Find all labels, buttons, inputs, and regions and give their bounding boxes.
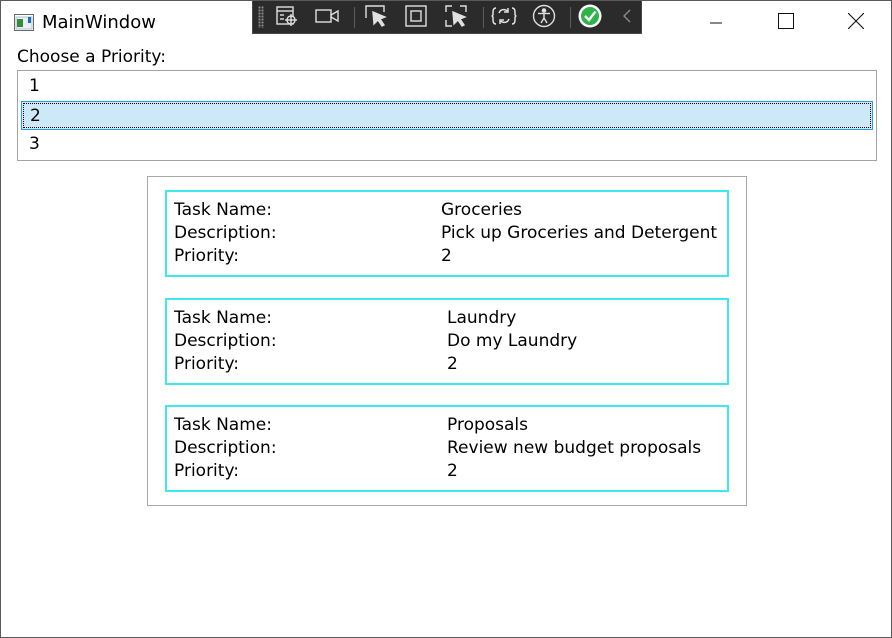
- task-card-proposals[interactable]: Task Name: Description: Priority: Propos…: [165, 405, 729, 492]
- task-name-label: Task Name:: [174, 200, 272, 220]
- priority-option-3[interactable]: 3: [21, 130, 873, 159]
- priority-option-1[interactable]: 1: [21, 72, 873, 101]
- toolbar-separator: [354, 7, 355, 28]
- task-description-label: Description:: [174, 331, 277, 351]
- toolbar-grip-handle[interactable]: [258, 6, 264, 28]
- list-item-label: 1: [29, 76, 40, 96]
- display-layout-adorners-icon: [404, 4, 428, 32]
- toolbar-separator: [570, 7, 571, 28]
- close-icon: [847, 12, 865, 33]
- live-visual-tree-button[interactable]: [273, 4, 301, 31]
- task-description-label: Description:: [174, 223, 277, 243]
- task-description-value: Do my Laundry: [447, 331, 578, 351]
- task-name-value: Proposals: [447, 415, 529, 435]
- track-focused-element-icon: [444, 4, 468, 32]
- hot-reload-icon: [491, 4, 517, 32]
- list-item-label: 3: [29, 134, 40, 154]
- record-video-icon: [314, 6, 340, 30]
- accessibility-checker-button[interactable]: [530, 4, 558, 31]
- maximize-icon: [778, 13, 794, 33]
- priority-option-2[interactable]: 2: [21, 101, 873, 130]
- accessibility-icon: [532, 4, 556, 32]
- select-element-icon: [364, 4, 388, 32]
- task-priority-label: Priority:: [174, 461, 239, 481]
- close-button[interactable]: [821, 1, 891, 45]
- toolbar-separator: [483, 7, 484, 28]
- select-element-button[interactable]: [362, 4, 390, 31]
- task-name-label: Task Name:: [174, 415, 272, 435]
- priority-listbox[interactable]: 1 2 3: [17, 70, 877, 161]
- task-priority-value: 2: [447, 461, 458, 481]
- task-priority-label: Priority:: [174, 246, 239, 266]
- task-description-value: Pick up Groceries and Detergent: [441, 223, 718, 243]
- app-window-icon: [14, 14, 34, 31]
- task-description-value: Review new budget proposals: [447, 438, 702, 458]
- track-focused-element-button[interactable]: [442, 4, 470, 31]
- window-title: MainWindow: [42, 12, 156, 33]
- minimize-icon: [710, 14, 722, 33]
- task-card-groceries[interactable]: Task Name: Description: Priority: Grocer…: [165, 190, 729, 277]
- hot-reload-status-check-icon: [577, 3, 603, 33]
- collapse-toolbar-chevron-icon: [621, 8, 633, 28]
- task-priority-value: 2: [447, 354, 458, 374]
- task-priority-label: Priority:: [174, 354, 239, 374]
- task-priority-value: 2: [441, 246, 452, 266]
- task-card-laundry[interactable]: Task Name: Description: Priority: Laundr…: [165, 298, 729, 385]
- hot-reload-status-button[interactable]: [576, 4, 604, 31]
- display-layout-adorners-button[interactable]: [402, 4, 430, 31]
- maximize-button[interactable]: [751, 1, 821, 45]
- collapse-toolbar-button[interactable]: [613, 4, 641, 31]
- task-list-panel: Task Name: Description: Priority: Grocer…: [147, 176, 747, 506]
- task-name-value: Laundry: [447, 308, 517, 328]
- minimize-button[interactable]: [681, 1, 751, 45]
- choose-priority-label: Choose a Priority:: [17, 47, 166, 67]
- list-item-label: 2: [30, 106, 41, 126]
- record-video-button[interactable]: [313, 4, 341, 31]
- live-visual-tree-icon: [275, 4, 299, 32]
- hot-reload-button[interactable]: [490, 4, 518, 31]
- task-description-label: Description:: [174, 438, 277, 458]
- task-name-label: Task Name:: [174, 308, 272, 328]
- task-name-value: Groceries: [441, 200, 523, 220]
- main-window: MainWindow Choose a Priority: 1 2 3 Task…: [0, 0, 892, 638]
- debug-toolbar: [252, 1, 642, 34]
